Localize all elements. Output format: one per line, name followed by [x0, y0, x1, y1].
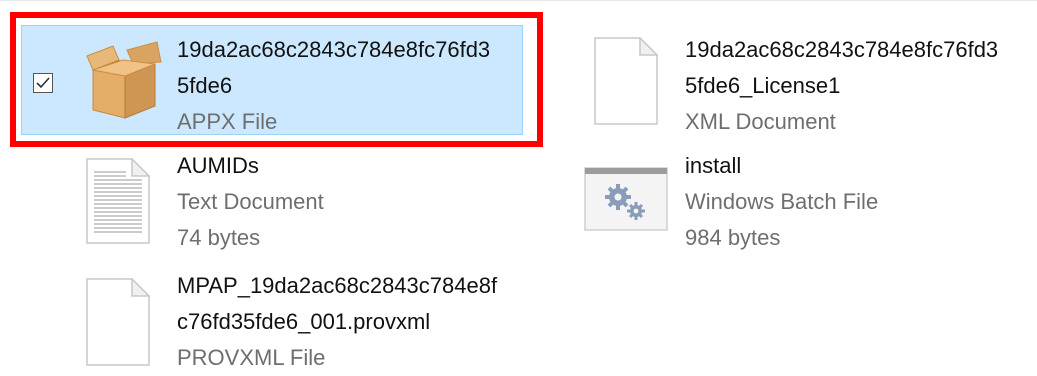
file-type-label: APPX File [177, 109, 278, 134]
blank-document-icon [86, 278, 150, 366]
file-name: AUMIDs [177, 153, 259, 178]
package-box-icon [75, 34, 165, 124]
file-name-line2: c76fd35fde6_001.provxml [177, 309, 431, 334]
checkmark-icon [36, 77, 50, 89]
file-size-label: 74 bytes [177, 225, 261, 250]
file-type-label: XML Document [685, 109, 836, 134]
file-name-line1: 19da2ac68c2843c784e8fc76fd3 [177, 37, 491, 62]
file-name-line1: 19da2ac68c2843c784e8fc76fd3 [685, 37, 999, 62]
selection-checkbox[interactable] [33, 73, 53, 93]
text-document-icon [86, 158, 150, 244]
blank-document-icon [594, 37, 658, 125]
file-type-label: Windows Batch File [685, 189, 879, 214]
file-type-label: Text Document [177, 189, 324, 214]
file-name: install [685, 153, 742, 178]
file-size-label: 984 bytes [685, 225, 781, 250]
file-name-line2: 5fde6 [177, 73, 233, 98]
file-name-line1: MPAP_19da2ac68c2843c784e8f [177, 273, 498, 298]
file-type-label: PROVXML File [177, 345, 326, 370]
batch-gears-icon [584, 167, 668, 236]
file-name-line2: 5fde6_License1 [685, 73, 841, 98]
top-divider [0, 0, 1037, 1]
